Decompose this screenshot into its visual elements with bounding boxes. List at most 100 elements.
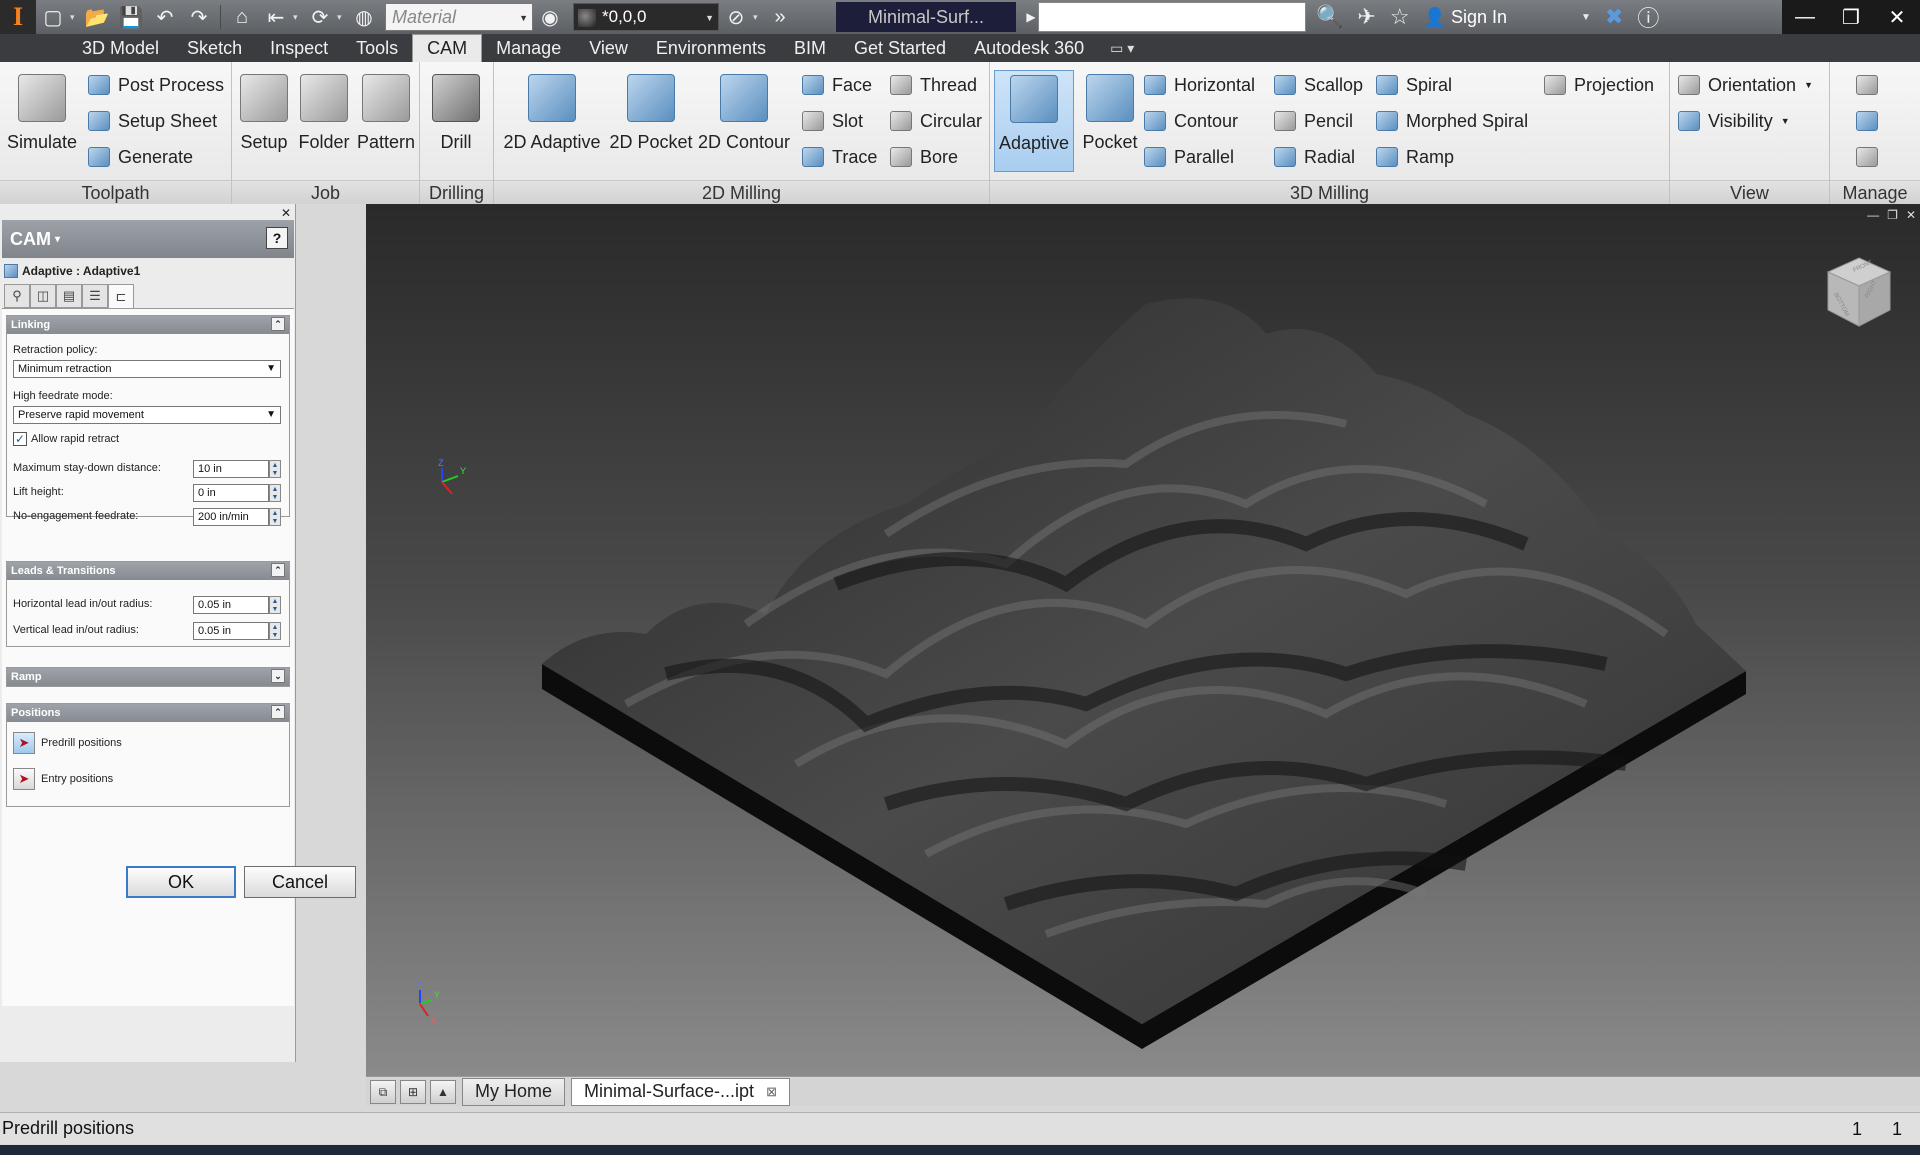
tab-tool[interactable]: ⚲ — [4, 284, 30, 308]
folder-button[interactable]: Folder — [294, 70, 354, 172]
collapse-chevron-icon[interactable]: ⌃ — [271, 705, 285, 719]
ok-button[interactable]: OK — [126, 866, 236, 898]
2d-contour-button[interactable]: 2D Contour — [696, 70, 792, 172]
ribbon-display-toggle-icon[interactable]: ▭ ▾ — [1110, 34, 1134, 62]
spin-down-icon[interactable]: ▼ — [272, 494, 279, 501]
cascade-windows-icon[interactable]: ⧉ — [370, 1079, 396, 1104]
chevron-down-icon[interactable]: ▾ — [55, 234, 60, 245]
viewcube[interactable]: FRONT BOTTOM RIGHT — [1824, 254, 1894, 330]
stay-down-input[interactable]: 10 in — [193, 460, 269, 478]
thread-button[interactable]: Thread — [890, 70, 977, 100]
predrill-positions-button[interactable]: ➤ Predrill positions — [13, 732, 122, 754]
scallop-button[interactable]: Scallop — [1274, 70, 1363, 100]
tab-linking[interactable]: ⊏ — [108, 284, 134, 310]
return-icon[interactable]: ⇤ — [261, 3, 291, 31]
radial-button[interactable]: Radial — [1274, 142, 1355, 172]
spin-down-icon[interactable]: ▼ — [272, 518, 279, 525]
spiral-button[interactable]: Spiral — [1376, 70, 1452, 100]
new-icon[interactable]: ▢ — [38, 3, 68, 31]
graphics-viewport[interactable]: Z Y Z Y X — ❐ ✕ FRONT BOTTOM RIGHT — [366, 204, 1920, 1076]
update-icon[interactable]: ⟳ — [305, 3, 335, 31]
appearance-dropdown-icon[interactable]: ▾ — [753, 12, 763, 23]
morphed-spiral-button[interactable]: Morphed Spiral — [1376, 106, 1528, 136]
positions-header[interactable]: Positions ⌃ — [7, 704, 289, 722]
tab-cam[interactable]: CAM — [412, 34, 483, 62]
cancel-button[interactable]: Cancel — [244, 866, 356, 898]
save-icon[interactable]: 💾 — [116, 3, 146, 31]
simulate-button[interactable]: Simulate — [4, 70, 80, 172]
restore-icon[interactable]: ❐ — [1828, 5, 1874, 30]
tab-sketch[interactable]: Sketch — [173, 34, 256, 62]
close-icon[interactable]: ✕ — [1874, 5, 1920, 30]
no-engagement-input[interactable]: 200 in/min — [193, 508, 269, 526]
bore-button[interactable]: Bore — [890, 142, 958, 172]
manage-template-button[interactable] — [1856, 106, 1886, 136]
spin-up-icon[interactable]: ▲ — [272, 486, 279, 493]
horizontal-lead-spinner[interactable]: ▲ ▼ — [269, 596, 281, 614]
manage-tool-library-button[interactable] — [1856, 70, 1886, 100]
lift-height-spinner[interactable]: ▲ ▼ — [269, 484, 281, 502]
clear-appearance-icon[interactable]: ⊘ — [721, 3, 751, 31]
tab-3d-model[interactable]: 3D Model — [68, 34, 173, 62]
restore-icon[interactable]: ❐ — [1887, 208, 1898, 222]
help-icon[interactable]: ⓘ — [1637, 1, 1659, 33]
tab-autodesk-360[interactable]: Autodesk 360 — [960, 34, 1098, 62]
vertical-lead-spinner[interactable]: ▲ ▼ — [269, 622, 281, 640]
ramp-header[interactable]: Ramp ⌄ — [7, 668, 289, 686]
tile-windows-icon[interactable]: ⊞ — [400, 1079, 426, 1104]
no-engagement-spinner[interactable]: ▲ ▼ — [269, 508, 281, 526]
home-icon[interactable]: ⌂ — [227, 3, 257, 31]
high-feedrate-select[interactable]: Preserve rapid movement ▼ — [13, 406, 281, 424]
entry-positions-button[interactable]: ➤ Entry positions — [13, 768, 113, 790]
spin-down-icon[interactable]: ▼ — [272, 470, 279, 477]
spin-down-icon[interactable]: ▼ — [272, 632, 279, 639]
horizontal-lead-input[interactable]: 0.05 in — [193, 596, 269, 614]
adaptive-button[interactable]: Adaptive — [994, 70, 1074, 172]
horizontal-button[interactable]: Horizontal — [1144, 70, 1255, 100]
return-dropdown-icon[interactable]: ▾ — [293, 12, 303, 23]
tab-heights[interactable]: ▤ — [56, 284, 82, 308]
circular-button[interactable]: Circular — [890, 106, 982, 136]
update-dropdown-icon[interactable]: ▾ — [337, 12, 347, 23]
document-list-icon[interactable]: ▲ — [430, 1079, 456, 1104]
pencil-button[interactable]: Pencil — [1274, 106, 1353, 136]
spin-down-icon[interactable]: ▼ — [272, 606, 279, 613]
trace-button[interactable]: Trace — [802, 142, 877, 172]
projection-button[interactable]: Projection — [1544, 70, 1654, 100]
collapse-chevron-icon[interactable]: ⌃ — [271, 317, 285, 331]
spin-up-icon[interactable]: ▲ — [272, 624, 279, 631]
pocket-button[interactable]: Pocket — [1076, 70, 1144, 172]
redo-icon[interactable]: ↷ — [184, 3, 214, 31]
lift-height-input[interactable]: 0 in — [193, 484, 269, 502]
sign-in-link[interactable]: 👤 Sign In — [1424, 7, 1507, 28]
color-wheel-icon[interactable]: ◉ — [535, 3, 565, 31]
drill-button[interactable]: Drill — [428, 70, 484, 172]
ramp-button[interactable]: Ramp — [1376, 142, 1454, 172]
vertical-lead-input[interactable]: 0.05 in — [193, 622, 269, 640]
retraction-policy-select[interactable]: Minimum retraction ▼ — [13, 360, 281, 378]
favorites-star-icon[interactable]: ☆ — [1390, 4, 1410, 30]
close-icon[interactable]: ✕ — [281, 206, 291, 220]
stay-down-spinner[interactable]: ▲ ▼ — [269, 460, 281, 478]
minimize-icon[interactable]: — — [1782, 6, 1828, 29]
pattern-button[interactable]: Pattern — [354, 70, 418, 172]
exchange-apps-icon[interactable]: ✖ — [1605, 4, 1623, 30]
slot-button[interactable]: Slot — [802, 106, 863, 136]
tab-bim[interactable]: BIM — [780, 34, 840, 62]
doc-tab-my-home[interactable]: My Home — [462, 1077, 566, 1106]
parallel-button[interactable]: Parallel — [1144, 142, 1234, 172]
sign-in-dropdown-icon[interactable]: ▼ — [1581, 12, 1591, 23]
tab-environments[interactable]: Environments — [642, 34, 780, 62]
material-sphere-icon[interactable]: ◍ — [349, 3, 379, 31]
search-input[interactable] — [1038, 2, 1306, 32]
undo-icon[interactable]: ↶ — [150, 3, 180, 31]
visibility-button[interactable]: Visibility ▼ — [1678, 106, 1790, 136]
appearance-select[interactable]: *0,0,0 ▼ — [573, 3, 719, 31]
tab-get-started[interactable]: Get Started — [840, 34, 960, 62]
tab-geometry[interactable]: ◫ — [30, 284, 56, 308]
tab-tools[interactable]: Tools — [342, 34, 412, 62]
manage-options-button[interactable] — [1856, 142, 1886, 172]
new-dropdown-icon[interactable]: ▾ — [70, 12, 80, 23]
help-icon[interactable]: ? — [266, 227, 288, 249]
tab-view[interactable]: View — [575, 34, 642, 62]
